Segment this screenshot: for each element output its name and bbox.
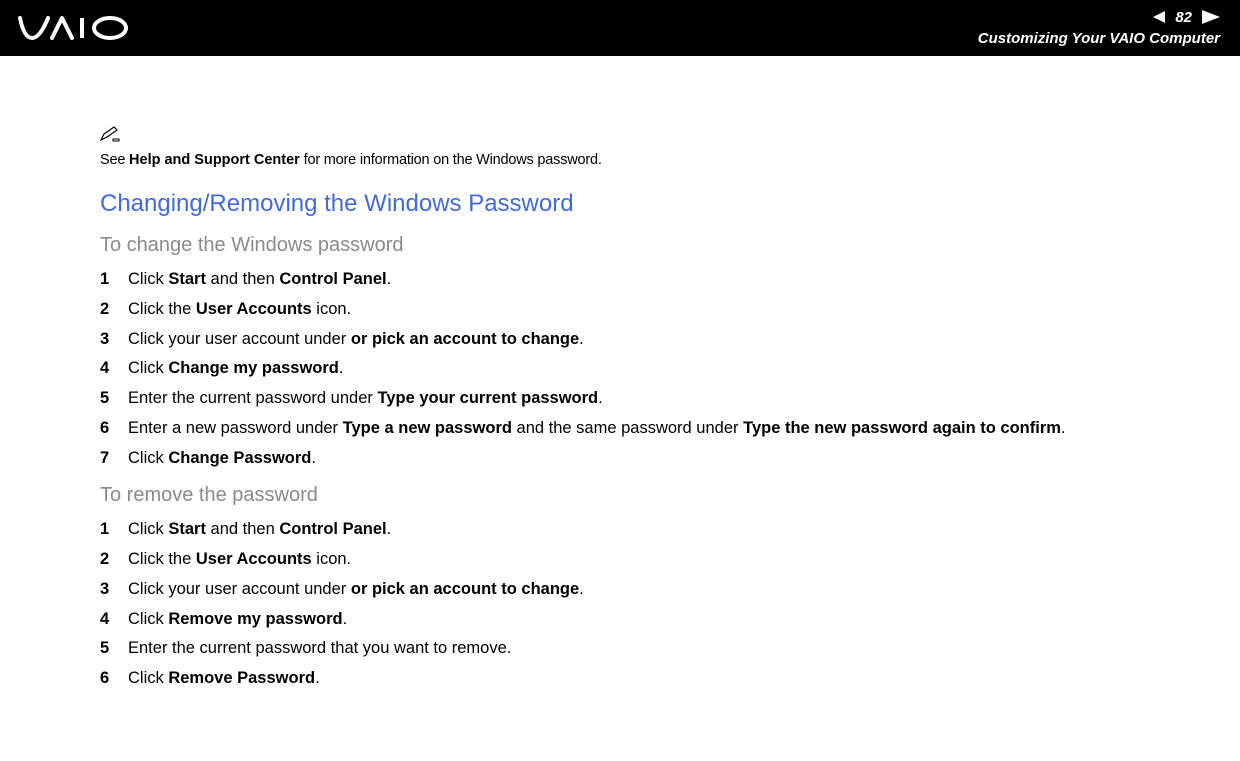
step-number: 6 [100, 416, 128, 441]
step-number: 7 [100, 446, 128, 471]
step-item: 4Click Change my password. [100, 356, 1160, 381]
step-text: Click Start and then Control Panel. [128, 267, 1160, 292]
step-number: 1 [100, 267, 128, 292]
step-text: Click the User Accounts icon. [128, 547, 1160, 572]
note-block: See Help and Support Center for more inf… [100, 126, 1160, 168]
step-number: 4 [100, 356, 128, 381]
step-number: 2 [100, 547, 128, 572]
step-item: 6Enter a new password under Type a new p… [100, 416, 1160, 441]
breadcrumb: Customizing Your VAIO Computer [978, 29, 1220, 49]
note-bold: Help and Support Center [129, 152, 300, 168]
step-text: Click Remove Password. [128, 666, 1160, 691]
page-content: See Help and Support Center for more inf… [0, 56, 1240, 691]
step-item: 3Click your user account under or pick a… [100, 327, 1160, 352]
note-suffix: for more information on the Windows pass… [300, 152, 602, 168]
step-item: 1Click Start and then Control Panel. [100, 517, 1160, 542]
step-item: 2Click the User Accounts icon. [100, 547, 1160, 572]
step-item: 7Click Change Password. [100, 446, 1160, 471]
step-text: Click your user account under or pick an… [128, 577, 1160, 602]
nav-prev-arrow[interactable] [1153, 11, 1169, 23]
step-item: 6Click Remove Password. [100, 666, 1160, 691]
note-text: See Help and Support Center for more inf… [100, 152, 602, 168]
section2-steps: 1Click Start and then Control Panel.2Cli… [100, 517, 1160, 691]
header-bar: 82 Customizing Your VAIO Computer [0, 0, 1240, 56]
step-number: 2 [100, 297, 128, 322]
main-heading: Changing/Removing the Windows Password [100, 190, 1160, 218]
step-item: 5Enter the current password under Type y… [100, 386, 1160, 411]
page-number: 82 [1175, 8, 1192, 28]
step-text: Click Change my password. [128, 356, 1160, 381]
step-text: Click Change Password. [128, 446, 1160, 471]
step-text: Enter the current password under Type yo… [128, 386, 1160, 411]
step-item: 5Enter the current password that you wan… [100, 636, 1160, 661]
step-number: 6 [100, 666, 128, 691]
section2-heading: To remove the password [100, 484, 1160, 507]
step-number: 5 [100, 386, 128, 411]
section1-steps: 1Click Start and then Control Panel.2Cli… [100, 267, 1160, 470]
step-text: Click Remove my password. [128, 607, 1160, 632]
page-nav: 82 [978, 8, 1220, 28]
step-item: 3Click your user account under or pick a… [100, 577, 1160, 602]
header-right: 82 Customizing Your VAIO Computer [978, 8, 1220, 49]
step-text: Enter a new password under Type a new pa… [128, 416, 1160, 441]
step-item: 4Click Remove my password. [100, 607, 1160, 632]
nav-next-arrow[interactable] [1198, 10, 1220, 24]
step-number: 4 [100, 607, 128, 632]
step-text: Click the User Accounts icon. [128, 297, 1160, 322]
step-text: Enter the current password that you want… [128, 636, 1160, 661]
step-item: 2Click the User Accounts icon. [100, 297, 1160, 322]
section1-heading: To change the Windows password [100, 234, 1160, 257]
step-text: Click your user account under or pick an… [128, 327, 1160, 352]
note-prefix: See [100, 152, 129, 168]
step-number: 3 [100, 327, 128, 352]
step-number: 3 [100, 577, 128, 602]
step-item: 1Click Start and then Control Panel. [100, 267, 1160, 292]
step-number: 5 [100, 636, 128, 661]
pencil-icon [100, 126, 1160, 146]
step-text: Click Start and then Control Panel. [128, 517, 1160, 542]
vaio-logo [18, 14, 158, 42]
step-number: 1 [100, 517, 128, 542]
